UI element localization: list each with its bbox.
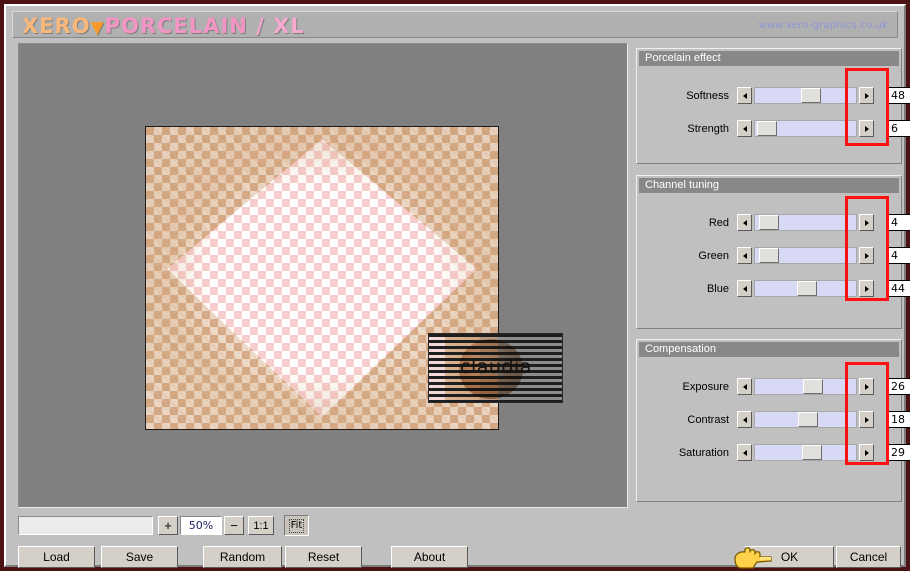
window-frame: XERO▼PORCELAIN / XL www.xero-graphics.co… — [4, 4, 910, 569]
cancel-button[interactable]: Cancel — [836, 546, 901, 568]
value-input-red[interactable]: 4 — [887, 214, 910, 231]
slider-label-red: Red — [708, 217, 729, 229]
logo-text-porcelain: PORCELAIN — [104, 14, 248, 38]
value-input-strength[interactable]: 6 — [887, 120, 910, 137]
preview-canvas[interactable]: claudia — [18, 43, 628, 508]
status-field[interactable] — [18, 516, 153, 535]
reset-button[interactable]: Reset — [285, 546, 362, 568]
slider-increment-icon[interactable] — [859, 411, 874, 428]
panel-channel-tuning: Channel tuning Red 4 Green 4 Blue 44 — [636, 175, 910, 329]
zoom-in-button[interactable]: + — [158, 516, 178, 535]
slider-increment-icon[interactable] — [859, 444, 874, 461]
slider-increment-icon[interactable] — [859, 87, 874, 104]
slider-decrement-icon[interactable] — [737, 444, 752, 461]
app-banner: XERO▼PORCELAIN / XL www.xero-graphics.co… — [12, 11, 898, 38]
slider-decrement-icon[interactable] — [737, 214, 752, 231]
slider-row-blue: Blue 44 — [637, 280, 910, 298]
value-input-contrast[interactable]: 18 — [887, 411, 910, 428]
zoom-fit-button[interactable]: Fit — [284, 515, 309, 536]
logo-text-xl: / XL — [247, 14, 305, 38]
slider-increment-icon[interactable] — [859, 247, 874, 264]
value-input-exposure[interactable]: 26 — [887, 378, 910, 395]
slider-decrement-icon[interactable] — [737, 120, 752, 137]
panel-title: Compensation — [639, 342, 899, 357]
slider-blue[interactable] — [737, 280, 874, 297]
slider-softness[interactable] — [737, 87, 874, 104]
save-button[interactable]: Save — [101, 546, 178, 568]
slider-increment-icon[interactable] — [859, 214, 874, 231]
about-button[interactable]: About — [391, 546, 468, 568]
panel-porcelain-effect: Porcelain effect Softness 48 Strength 6 — [636, 48, 910, 164]
app-logo: XERO▼PORCELAIN / XL — [22, 14, 305, 38]
slider-label-saturation: Saturation — [678, 447, 729, 459]
watermark-label: claudia — [460, 356, 532, 378]
slider-track[interactable] — [754, 87, 857, 104]
slider-label-blue: Blue — [706, 283, 729, 295]
application-window: XERO▼PORCELAIN / XL www.xero-graphics.co… — [0, 0, 910, 571]
slider-row-saturation: Saturation 29 — [637, 444, 910, 462]
slider-exposure[interactable] — [737, 378, 874, 395]
slider-label-strength: Strength — [687, 123, 729, 135]
slider-strength[interactable] — [737, 120, 874, 137]
slider-thumb — [801, 88, 822, 103]
zoom-out-button[interactable]: − — [224, 516, 244, 535]
slider-track[interactable] — [754, 247, 857, 264]
logo-text-xero: XERO — [22, 14, 91, 38]
slider-thumb — [757, 121, 778, 136]
slider-increment-icon[interactable] — [859, 378, 874, 395]
slider-thumb — [759, 215, 780, 230]
website-url-link[interactable]: www.xero-graphics.co.uk — [758, 20, 888, 31]
slider-track[interactable] — [754, 280, 857, 297]
value-input-blue[interactable]: 44 — [887, 280, 910, 297]
slider-track[interactable] — [754, 444, 857, 461]
watermark-overlay[interactable]: claudia — [428, 333, 563, 403]
load-button[interactable]: Load — [18, 546, 95, 568]
ok-button[interactable]: OK — [745, 546, 834, 568]
slider-label-green: Green — [698, 250, 729, 262]
slider-label-contrast: Contrast — [687, 414, 729, 426]
slider-label-softness: Softness — [686, 90, 729, 102]
window-client-area: XERO▼PORCELAIN / XL www.xero-graphics.co… — [8, 8, 910, 569]
slider-decrement-icon[interactable] — [737, 87, 752, 104]
slider-thumb — [798, 412, 819, 427]
value-input-green[interactable]: 4 — [887, 247, 910, 264]
slider-saturation[interactable] — [737, 444, 874, 461]
zoom-fit-label: Fit — [288, 518, 305, 533]
slider-contrast[interactable] — [737, 411, 874, 428]
zoom-actual-size-button[interactable]: 1:1 — [248, 516, 274, 535]
panel-title: Channel tuning — [639, 178, 899, 193]
slider-green[interactable] — [737, 247, 874, 264]
slider-row-exposure: Exposure 26 — [637, 378, 910, 396]
slider-row-contrast: Contrast 18 — [637, 411, 910, 429]
slider-track[interactable] — [754, 411, 857, 428]
zoom-level-display[interactable]: 50% — [180, 516, 222, 535]
random-button[interactable]: Random — [203, 546, 282, 568]
slider-thumb — [759, 248, 780, 263]
value-input-saturation[interactable]: 29 — [887, 444, 910, 461]
panel-title: Porcelain effect — [639, 51, 899, 66]
slider-decrement-icon[interactable] — [737, 411, 752, 428]
slider-thumb — [802, 445, 823, 460]
slider-increment-icon[interactable] — [859, 280, 874, 297]
slider-track[interactable] — [754, 214, 857, 231]
slider-red[interactable] — [737, 214, 874, 231]
slider-row-softness: Softness 48 — [637, 87, 910, 105]
logo-triangle-icon: ▼ — [90, 18, 105, 38]
slider-decrement-icon[interactable] — [737, 378, 752, 395]
slider-thumb — [803, 379, 824, 394]
slider-row-red: Red 4 — [637, 214, 910, 232]
slider-row-strength: Strength 6 — [637, 120, 910, 138]
slider-label-exposure: Exposure — [682, 381, 729, 393]
value-input-softness[interactable]: 48 — [887, 87, 910, 104]
slider-track[interactable] — [754, 378, 857, 395]
slider-row-green: Green 4 — [637, 247, 910, 265]
panel-compensation: Compensation Exposure 26 Contrast 18 Sat… — [636, 339, 910, 502]
slider-decrement-icon[interactable] — [737, 280, 752, 297]
slider-decrement-icon[interactable] — [737, 247, 752, 264]
slider-increment-icon[interactable] — [859, 120, 874, 137]
slider-track[interactable] — [754, 120, 857, 137]
slider-thumb — [797, 281, 818, 296]
